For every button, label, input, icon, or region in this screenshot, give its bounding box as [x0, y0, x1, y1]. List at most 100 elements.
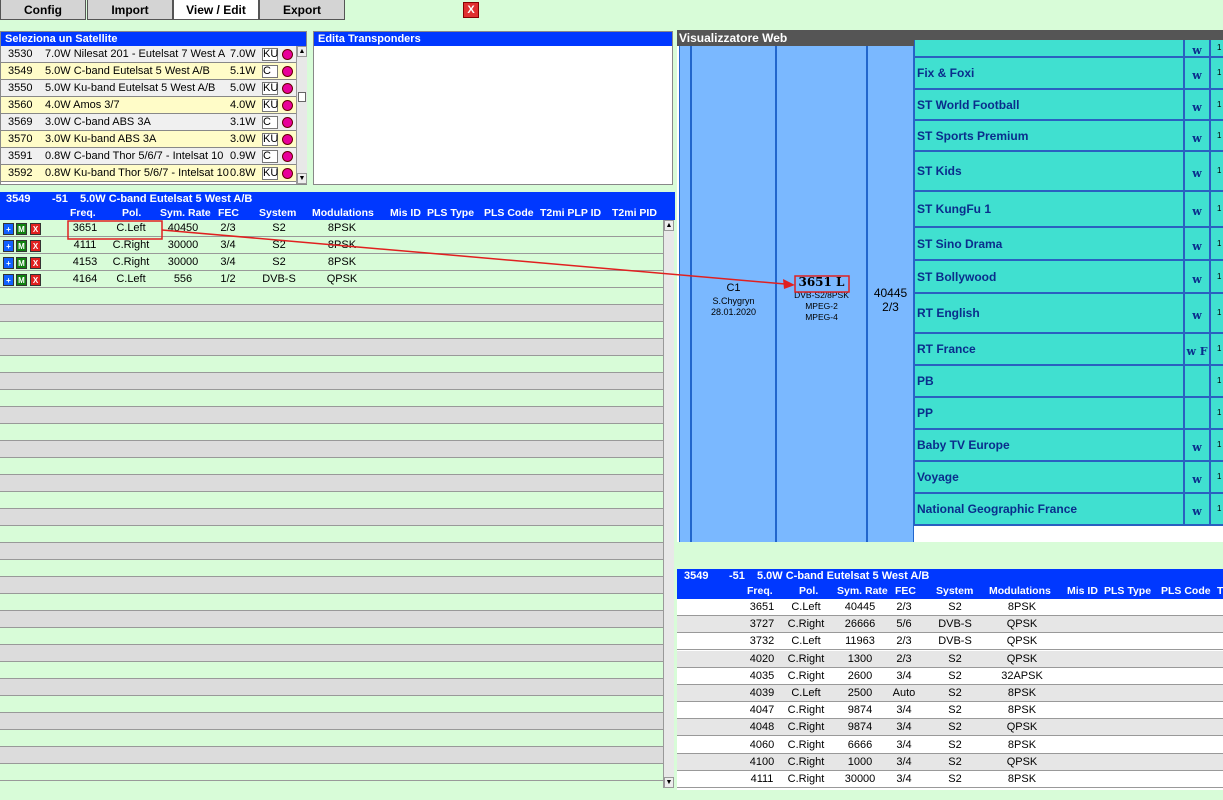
channel-web-icon[interactable]	[1183, 398, 1211, 428]
scroll-down-icon[interactable]: ▼	[297, 173, 307, 184]
tab-config[interactable]: Config	[0, 0, 86, 20]
tp-column-header[interactable]: T2mi PLP ID	[540, 207, 601, 219]
bt-row[interactable]: 4100 C.Right 1000 3/4 S2 QPSK	[677, 753, 1223, 771]
add-icon[interactable]: +	[3, 257, 14, 269]
transponder-row[interactable]: + M X 4164 C.Left 556 1/2 DVB-S QPSK	[0, 271, 663, 288]
bt-row[interactable]: 4111 C.Right 30000 3/4 S2 8PSK	[677, 771, 1223, 788]
bt-column-header[interactable]: Freq.	[747, 585, 773, 597]
bt-row[interactable]: 4060 C.Right 6666 3/4 S2 8PSK	[677, 737, 1223, 754]
scroll-thumb[interactable]	[298, 92, 306, 102]
channel-row[interactable]: ST Bollywood w 1	[914, 261, 1223, 294]
bt-row[interactable]: 4035 C.Right 2600 3/4 S2 32APSK	[677, 668, 1223, 685]
bt-row[interactable]: 3732 C.Left 11963 2/3 DVB-S QPSK	[677, 633, 1223, 651]
bt-column-header[interactable]: Sym. Rate	[837, 585, 888, 597]
channel-web-icon[interactable]: w	[1183, 430, 1211, 460]
channel-web-icon[interactable]: w	[1183, 228, 1211, 259]
bt-row[interactable]: 3651 C.Left 40445 2/3 S2 8PSK	[677, 599, 1223, 616]
tp-column-header[interactable]: T2mi PID	[612, 207, 657, 219]
bt-column-header[interactable]: Pol.	[799, 585, 818, 597]
tp-column-header[interactable]: Modulations	[312, 207, 374, 219]
tp-column-header[interactable]: Freq.	[70, 207, 96, 219]
bt-column-header[interactable]: FEC	[895, 585, 916, 597]
add-icon[interactable]: +	[3, 223, 14, 235]
satellite-row[interactable]: 3569 3.0W C-band ABS 3A 3.1W C	[1, 114, 296, 131]
bt-row[interactable]: 4047 C.Right 9874 3/4 S2 8PSK	[677, 702, 1223, 720]
scroll-up-icon[interactable]: ▲	[664, 220, 674, 231]
tp-column-header[interactable]: PLS Type	[427, 207, 474, 219]
add-icon[interactable]: +	[3, 240, 14, 252]
modify-button[interactable]: M	[16, 257, 27, 269]
channel-row[interactable]: RT France w F 1	[914, 334, 1223, 366]
modify-button[interactable]: M	[16, 240, 27, 252]
delete-button[interactable]: X	[30, 274, 41, 286]
channel-row[interactable]: Fix & Foxi w 1	[914, 58, 1223, 90]
tp-column-header[interactable]: Sym. Rate	[160, 207, 211, 219]
transponder-row[interactable]: + M X 4153 C.Right 30000 3/4 S2 8PSK	[0, 254, 663, 271]
channel-web-icon[interactable]: w	[1183, 58, 1211, 88]
transponder-row[interactable]: + M X 4111 C.Right 30000 3/4 S2 8PSK	[0, 237, 663, 254]
satellite-row[interactable]: 3560 4.0W Amos 3/7 4.0W KU	[1, 97, 296, 114]
channel-web-icon[interactable]: w	[1183, 121, 1211, 150]
close-button[interactable]: X	[463, 2, 479, 18]
channel-web-icon[interactable]: w	[1183, 192, 1211, 226]
bt-row[interactable]: 4020 C.Right 1300 2/3 S2 QPSK	[677, 650, 1223, 668]
status-dot-icon[interactable]	[282, 168, 293, 179]
bt-column-header[interactable]: T	[1217, 585, 1223, 597]
channel-web-icon[interactable]: w	[1183, 261, 1211, 292]
tp-column-header[interactable]: Pol.	[122, 207, 141, 219]
channel-row[interactable]: PB 1	[914, 366, 1223, 398]
channel-web-icon[interactable]: w	[1183, 494, 1211, 524]
channel-row[interactable]: ST Kids w 1	[914, 152, 1223, 192]
tab-export[interactable]: Export	[259, 0, 345, 20]
channel-web-icon[interactable]: w	[1183, 294, 1211, 332]
delete-button[interactable]: X	[30, 257, 41, 269]
satellite-row[interactable]: 3530 7.0W Nilesat 201 - Eutelsat 7 West A…	[1, 46, 296, 63]
channel-web-icon[interactable]	[1183, 366, 1211, 396]
satellite-row[interactable]: 3591 0.8W C-band Thor 5/6/7 - Intelsat 10…	[1, 148, 296, 165]
status-dot-icon[interactable]	[282, 66, 293, 77]
bt-row[interactable]: 3727 C.Right 26666 5/6 DVB-S QPSK	[677, 616, 1223, 634]
channel-row[interactable]: ST Sports Premium w 1	[914, 121, 1223, 152]
channel-row[interactable]: ST KungFu 1 w1	[914, 192, 1223, 228]
bt-column-header[interactable]: System	[936, 585, 973, 597]
status-dot-icon[interactable]	[282, 134, 293, 145]
channel-web-icon[interactable]: w F	[1183, 334, 1211, 364]
scroll-up-icon[interactable]: ▲	[297, 46, 307, 57]
tab-view-edit[interactable]: View / Edit	[173, 0, 259, 20]
channel-row[interactable]: Voyage w 1	[914, 462, 1223, 494]
modify-button[interactable]: M	[16, 223, 27, 235]
delete-button[interactable]: X	[30, 240, 41, 252]
transponder-row[interactable]: + M X 3651 C.Left 40450 2/3 S2 8PSK	[0, 220, 663, 237]
tp-column-header[interactable]: Mis ID	[390, 207, 421, 219]
bt-row[interactable]: 4048 C.Right 9874 3/4 S2 QPSK	[677, 719, 1223, 737]
channel-row[interactable]: RT English w 1	[914, 294, 1223, 334]
status-dot-icon[interactable]	[282, 100, 293, 111]
channel-web-icon[interactable]: w	[1183, 462, 1211, 492]
satellite-row[interactable]: 3592 0.8W Ku-band Thor 5/6/7 - Intelsat 1…	[1, 165, 296, 182]
status-dot-icon[interactable]	[282, 117, 293, 128]
satellite-row[interactable]: 3550 5.0W Ku-band Eutelsat 5 West A/B 5.0W…	[1, 80, 296, 97]
status-dot-icon[interactable]	[282, 49, 293, 60]
bt-column-header[interactable]: Mis ID	[1067, 585, 1098, 597]
bt-column-header[interactable]: PLS Code	[1161, 585, 1211, 597]
channel-web-icon[interactable]: w	[1183, 40, 1211, 57]
channel-web-icon[interactable]: w	[1183, 152, 1211, 190]
status-dot-icon[interactable]	[282, 151, 293, 162]
scroll-down-icon[interactable]: ▼	[664, 777, 674, 788]
satellite-row[interactable]: 3549 5.0W C-band Eutelsat 5 West A/B 5.1W C	[1, 63, 296, 80]
tp-column-header[interactable]: PLS Code	[484, 207, 534, 219]
channel-row[interactable]: Baby TV Europe w 1	[914, 430, 1223, 462]
status-dot-icon[interactable]	[282, 83, 293, 94]
bt-column-header[interactable]: Modulations	[989, 585, 1051, 597]
channel-row[interactable]: ST Sino Drama w 1	[914, 228, 1223, 261]
bt-row[interactable]: 4039 C.Left 2500 Auto S2 8PSK	[677, 685, 1223, 702]
satellite-scrollbar[interactable]: ▲ ▼	[296, 46, 307, 184]
bt-column-header[interactable]: PLS Type	[1104, 585, 1151, 597]
satellite-row[interactable]: 3570 3.0W Ku-band ABS 3A 3.0W KU	[1, 131, 296, 148]
channel-web-icon[interactable]: w	[1183, 90, 1211, 119]
modify-button[interactable]: M	[16, 274, 27, 286]
tp-column-header[interactable]: FEC	[218, 207, 239, 219]
add-icon[interactable]: +	[3, 274, 14, 286]
channel-row[interactable]: National Geographic France w 1	[914, 494, 1223, 526]
transponder-scrollbar[interactable]: ▲ ▼	[663, 220, 674, 788]
